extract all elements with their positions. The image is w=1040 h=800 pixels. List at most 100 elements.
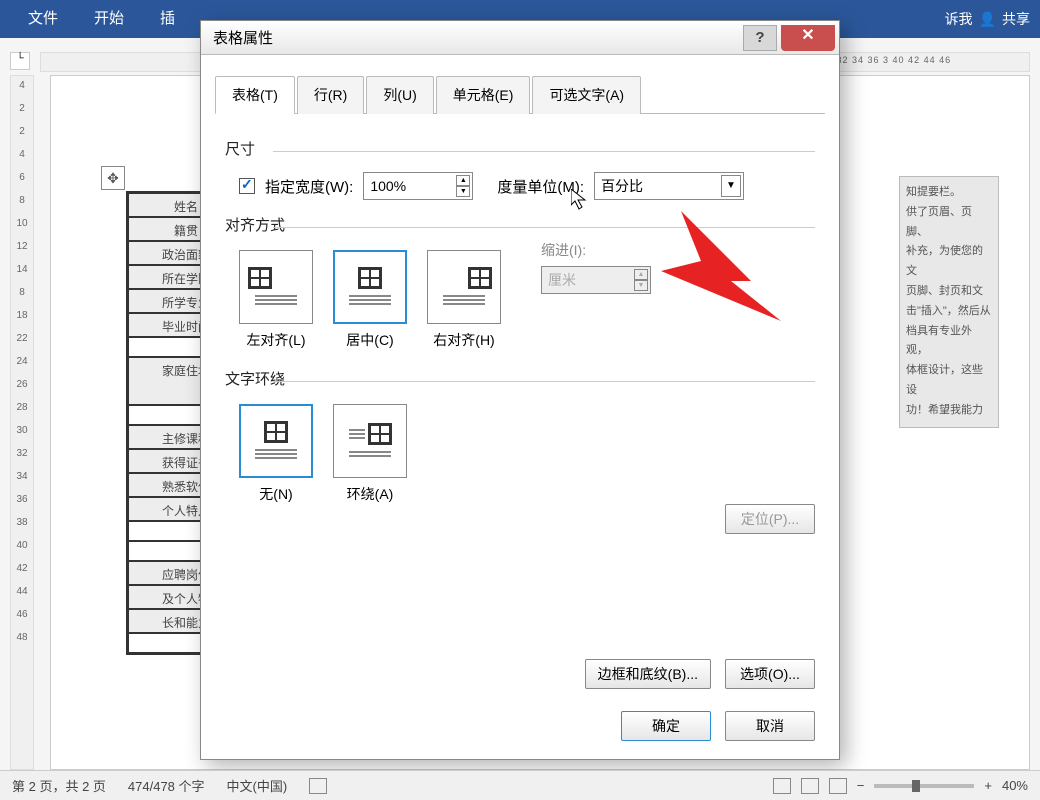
page-indicator[interactable]: 第 2 页，共 2 页	[12, 776, 106, 795]
view-web-icon[interactable]	[829, 778, 847, 794]
tab-row[interactable]: 行(R)	[297, 76, 364, 114]
wrap-around-label: 环绕(A)	[347, 484, 394, 504]
spinner-up-icon: ▲	[634, 269, 648, 280]
size-section-label: 尺寸	[225, 138, 815, 159]
align-left-label: 左对齐(L)	[246, 330, 305, 350]
text-line: 功！希望我能力	[906, 401, 992, 421]
ruler-tick: 38	[16, 517, 27, 528]
macro-icon[interactable]	[309, 778, 327, 794]
ruler-tick: 4	[19, 149, 25, 160]
language-indicator[interactable]: 中文(中国)	[227, 776, 288, 795]
indent-input: 厘米 ▲▼	[541, 266, 651, 294]
ruler-tick: 40	[16, 540, 27, 551]
align-section-label: 对齐方式	[225, 214, 815, 235]
table-move-handle[interactable]: ✥	[101, 166, 125, 190]
ruler-tick: 22	[16, 333, 27, 344]
tab-table[interactable]: 表格(T)	[215, 76, 295, 114]
ruler-tick: 28	[16, 402, 27, 413]
document-text-block: 知提要栏。 供了页眉、页脚、 补充，为使您的文 页脚、封页和文 击"插入"，然后…	[899, 176, 999, 428]
text-line: 档具有专业外观，	[906, 322, 992, 362]
text-line: 知提要栏。	[906, 183, 992, 203]
align-left-option[interactable]	[239, 250, 313, 324]
view-print-icon[interactable]	[801, 778, 819, 794]
zoom-slider[interactable]	[874, 784, 974, 788]
ok-button[interactable]: 确定	[621, 711, 711, 741]
ruler-tick: 18	[16, 310, 27, 321]
ruler-tick: 34	[16, 471, 27, 482]
tab-cell[interactable]: 单元格(E)	[436, 76, 531, 114]
tab-column[interactable]: 列(U)	[366, 76, 433, 114]
ruler-corner: └	[10, 52, 30, 70]
ruler-tick: 26	[16, 379, 27, 390]
ruler-tick: 30	[16, 425, 27, 436]
spinner-down-icon[interactable]: ▼	[456, 186, 470, 197]
align-center-option[interactable]	[333, 250, 407, 324]
unit-combo[interactable]: 百分比 ▼	[594, 172, 744, 200]
ruler-tick: 10	[16, 218, 27, 229]
ruler-tick: 44	[16, 586, 27, 597]
text-line: 体框设计，这些设	[906, 361, 992, 401]
preferred-width-checkbox[interactable]	[239, 178, 255, 194]
unit-label: 度量单位(M):	[497, 176, 584, 197]
align-right-option[interactable]	[427, 250, 501, 324]
ruler-tick: 48	[16, 632, 27, 643]
grid-icon	[358, 267, 382, 289]
share-button[interactable]: 共享	[1002, 9, 1030, 29]
indent-label: 缩进(I):	[541, 240, 651, 260]
status-bar: 第 2 页，共 2 页 474/478 个字 中文(中国) − + 40%	[0, 770, 1040, 800]
text-line: 击"插入"，然后从	[906, 302, 992, 322]
text-line: 供了页眉、页脚、	[906, 203, 992, 243]
ruler-tick: 2	[19, 103, 25, 114]
view-read-icon[interactable]	[773, 778, 791, 794]
dropdown-icon[interactable]: ▼	[721, 175, 741, 197]
dialog-titlebar[interactable]: 表格属性 ? ✕	[201, 21, 839, 55]
zoom-out-icon[interactable]: −	[857, 778, 865, 793]
unit-value: 百分比	[601, 176, 643, 196]
ruler-tick: 12	[16, 241, 27, 252]
ruler-tick: 6	[19, 172, 25, 183]
preferred-width-value: 100%	[370, 178, 406, 194]
ruler-tick: 42	[16, 563, 27, 574]
zoom-in-icon[interactable]: +	[984, 778, 992, 793]
tell-me[interactable]: 诉我	[945, 9, 973, 29]
position-button: 定位(P)...	[725, 504, 815, 534]
grid-icon	[368, 423, 392, 445]
preferred-width-label: 指定宽度(W):	[265, 176, 353, 197]
indent-value: 厘米	[548, 270, 576, 290]
ruler-vertical: 4 2 2 4 6 8 10 12 14 8 18 22 24 26 28 30…	[10, 75, 34, 770]
grid-icon	[468, 267, 492, 289]
text-line: 补充，为使您的文	[906, 242, 992, 282]
grid-icon	[248, 267, 272, 289]
ribbon-tab-file[interactable]: 文件	[10, 0, 76, 38]
ruler-tick: 32	[16, 448, 27, 459]
word-count[interactable]: 474/478 个字	[128, 776, 205, 795]
wrap-section-label: 文字环绕	[225, 368, 815, 389]
tab-alt-text[interactable]: 可选文字(A)	[532, 76, 641, 114]
ruler-tick: 46	[16, 609, 27, 620]
borders-shading-button[interactable]: 边框和底纹(B)...	[585, 659, 711, 689]
ruler-tick: 4	[19, 80, 25, 91]
wrap-none-option[interactable]	[239, 404, 313, 478]
ribbon-tab-home[interactable]: 开始	[76, 0, 142, 38]
spinner-up-icon[interactable]: ▲	[456, 175, 470, 186]
dialog-body: 尺寸 指定宽度(W): 100% ▲▼ 度量单位(M): 百分比 ▼ 对齐方式	[201, 114, 839, 550]
ruler-tick: 14	[16, 264, 27, 275]
help-button[interactable]: ?	[743, 25, 777, 51]
share-icon: 👤	[979, 11, 996, 28]
ruler-tick: 2	[19, 126, 25, 137]
wrap-around-option[interactable]	[333, 404, 407, 478]
ribbon-tab-insert[interactable]: 插	[142, 0, 193, 38]
ruler-tick: 36	[16, 494, 27, 505]
dialog-tabs: 表格(T) 行(R) 列(U) 单元格(E) 可选文字(A)	[215, 75, 825, 114]
close-button[interactable]: ✕	[781, 25, 835, 51]
preferred-width-input[interactable]: 100% ▲▼	[363, 172, 473, 200]
wrap-none-label: 无(N)	[259, 484, 292, 504]
grid-icon	[264, 421, 288, 443]
zoom-level[interactable]: 40%	[1002, 778, 1028, 793]
align-right-label: 右对齐(H)	[433, 330, 494, 350]
text-line: 页脚、封页和文	[906, 282, 992, 302]
cancel-button[interactable]: 取消	[725, 711, 815, 741]
ruler-tick: 8	[19, 195, 25, 206]
ruler-tick: 24	[16, 356, 27, 367]
options-button[interactable]: 选项(O)...	[725, 659, 815, 689]
